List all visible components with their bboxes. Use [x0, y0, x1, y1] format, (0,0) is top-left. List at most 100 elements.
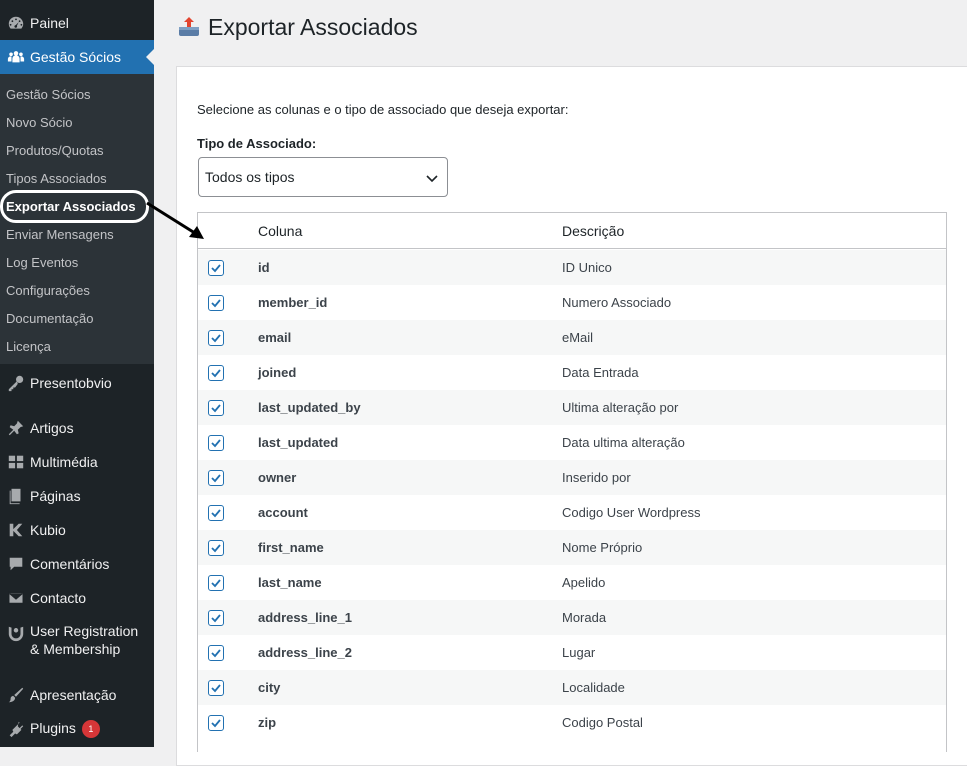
menu-label: User Registration & Membership [30, 622, 154, 658]
columns-table: Coluna Descrição id ID Unico member_id Nume… [197, 212, 947, 752]
checkmark-icon [211, 369, 221, 378]
submenu-item-enviar-mensagens[interactable]: Enviar Mensagens [6, 227, 114, 242]
menu-label-line2: & Membership [30, 641, 121, 657]
row-checkbox[interactable] [208, 470, 224, 486]
submenu-item-log-eventos[interactable]: Log Eventos [6, 255, 78, 270]
checkmark-icon [211, 684, 221, 693]
menu-item-gestao-socios[interactable]: Gestão Sócios [0, 40, 154, 74]
menu-label: Multimédia [30, 454, 98, 470]
column-description: Apelido [562, 575, 606, 590]
table-row: account Codigo User Wordpress [198, 495, 946, 530]
column-description: Codigo User Wordpress [562, 505, 701, 520]
menu-label: Apresentação [30, 687, 117, 703]
column-name: zip [258, 715, 277, 730]
page-title: Exportar Associados [208, 14, 418, 40]
checkmark-icon [211, 264, 221, 273]
column-description: Ultima alteração por [562, 400, 679, 415]
row-checkbox[interactable] [208, 330, 224, 346]
plugins-label: Plugins [30, 719, 76, 736]
submenu-item-gestao-socios[interactable]: Gestão Sócios [6, 87, 91, 102]
column-name: member_id [258, 295, 328, 310]
menu-item-paginas[interactable]: Páginas [0, 484, 154, 508]
table-row: owner Inserido por [198, 460, 946, 495]
column-description: Data ultima alteração [562, 435, 685, 450]
row-checkbox[interactable] [208, 540, 224, 556]
menu-item-apresentacao[interactable]: Apresentação [0, 683, 154, 707]
menu-item-presentobvio[interactable]: Presentobvio [0, 371, 154, 395]
checkmark-icon [211, 509, 221, 518]
intro-text: Selecione as colunas e o tipo de associa… [197, 102, 569, 117]
submenu-item-tipos-associados[interactable]: Tipos Associados [6, 171, 107, 186]
checkmark-icon [211, 334, 221, 343]
row-checkbox[interactable] [208, 295, 224, 311]
checkmark-icon [211, 439, 221, 448]
submenu-item-licenca[interactable]: Licença [6, 339, 51, 354]
menu-item-multimedia[interactable]: Multimédia [0, 450, 154, 474]
table-row: last_name Apelido [198, 565, 946, 600]
row-checkbox[interactable] [208, 715, 224, 731]
row-checkbox[interactable] [208, 645, 224, 661]
type-select[interactable]: Todos os tipos [198, 157, 448, 197]
checkmark-icon [211, 649, 221, 658]
media-icon [0, 453, 30, 471]
row-checkbox[interactable] [208, 575, 224, 591]
menu-item-plugins[interactable]: Plugins 1 [0, 717, 154, 741]
annotation-arrow [146, 201, 204, 239]
row-checkbox[interactable] [208, 680, 224, 696]
row-checkbox[interactable] [208, 505, 224, 521]
menu-label: Contacto [30, 590, 87, 606]
kubio-icon [0, 521, 30, 539]
row-checkbox[interactable] [208, 400, 224, 416]
column-description: Data Entrada [562, 365, 639, 380]
table-row: last_updated Data ultima alteração [198, 425, 946, 460]
column-name: last_updated_by [258, 400, 361, 415]
column-description: Lugar [562, 645, 596, 660]
submenu-item-documentacao[interactable]: Documentação [6, 311, 93, 326]
column-description: eMail [562, 330, 594, 345]
header-description: Descrição [562, 223, 625, 239]
key-icon [0, 374, 30, 392]
checkmark-icon [211, 719, 221, 728]
submenu-item-novo-socio[interactable]: Novo Sócio [6, 115, 72, 130]
table-row: id ID Unico [198, 250, 946, 285]
admin-sidebar: Painel Gestão Sócios Gestão Sócios Novo … [0, 0, 154, 747]
table-row: zip Codigo Postal [198, 705, 946, 740]
export-icon [179, 17, 199, 36]
table-row: address_line_2 Lugar [198, 635, 946, 670]
type-select-value: Todos os tipos [205, 169, 295, 185]
column-description: Morada [562, 610, 607, 625]
row-checkbox[interactable] [208, 365, 224, 381]
menu-label: Comentários [30, 556, 110, 572]
row-checkbox[interactable] [208, 435, 224, 451]
table-row: city Localidade [198, 670, 946, 705]
menu-item-contacto[interactable]: Contacto [0, 586, 154, 610]
menu-item-painel[interactable]: Painel [0, 6, 154, 40]
type-label: Tipo de Associado: [197, 136, 317, 151]
chevron-down-icon [426, 175, 438, 183]
menu-label: Presentobvio [30, 375, 112, 391]
submenu-item-produtos-quotas[interactable]: Produtos/Quotas [6, 143, 104, 158]
plugins-icon [0, 720, 30, 738]
menu-label: Kubio [30, 522, 66, 538]
user-registration-icon [0, 622, 30, 642]
table-header: Coluna Descrição [198, 213, 946, 249]
column-name: account [258, 505, 308, 520]
checkmark-icon [211, 299, 221, 308]
column-description: Inserido por [562, 470, 631, 485]
menu-label: Artigos [30, 420, 74, 436]
mail-icon [0, 589, 30, 607]
row-checkbox[interactable] [208, 260, 224, 276]
menu-item-artigos[interactable]: Artigos [0, 416, 154, 440]
brush-icon [0, 686, 30, 704]
comments-icon [0, 555, 30, 573]
column-description: Codigo Postal [562, 715, 643, 730]
header-column: Coluna [258, 223, 303, 239]
row-checkbox[interactable] [208, 610, 224, 626]
menu-item-user-registration[interactable]: User Registration & Membership [0, 622, 154, 662]
menu-item-kubio[interactable]: Kubio [0, 518, 154, 542]
column-name: last_name [258, 575, 322, 590]
column-name: address_line_2 [258, 645, 352, 660]
column-name: first_name [258, 540, 324, 555]
menu-item-comentarios[interactable]: Comentários [0, 552, 154, 576]
submenu-item-configuracoes[interactable]: Configurações [6, 283, 90, 298]
